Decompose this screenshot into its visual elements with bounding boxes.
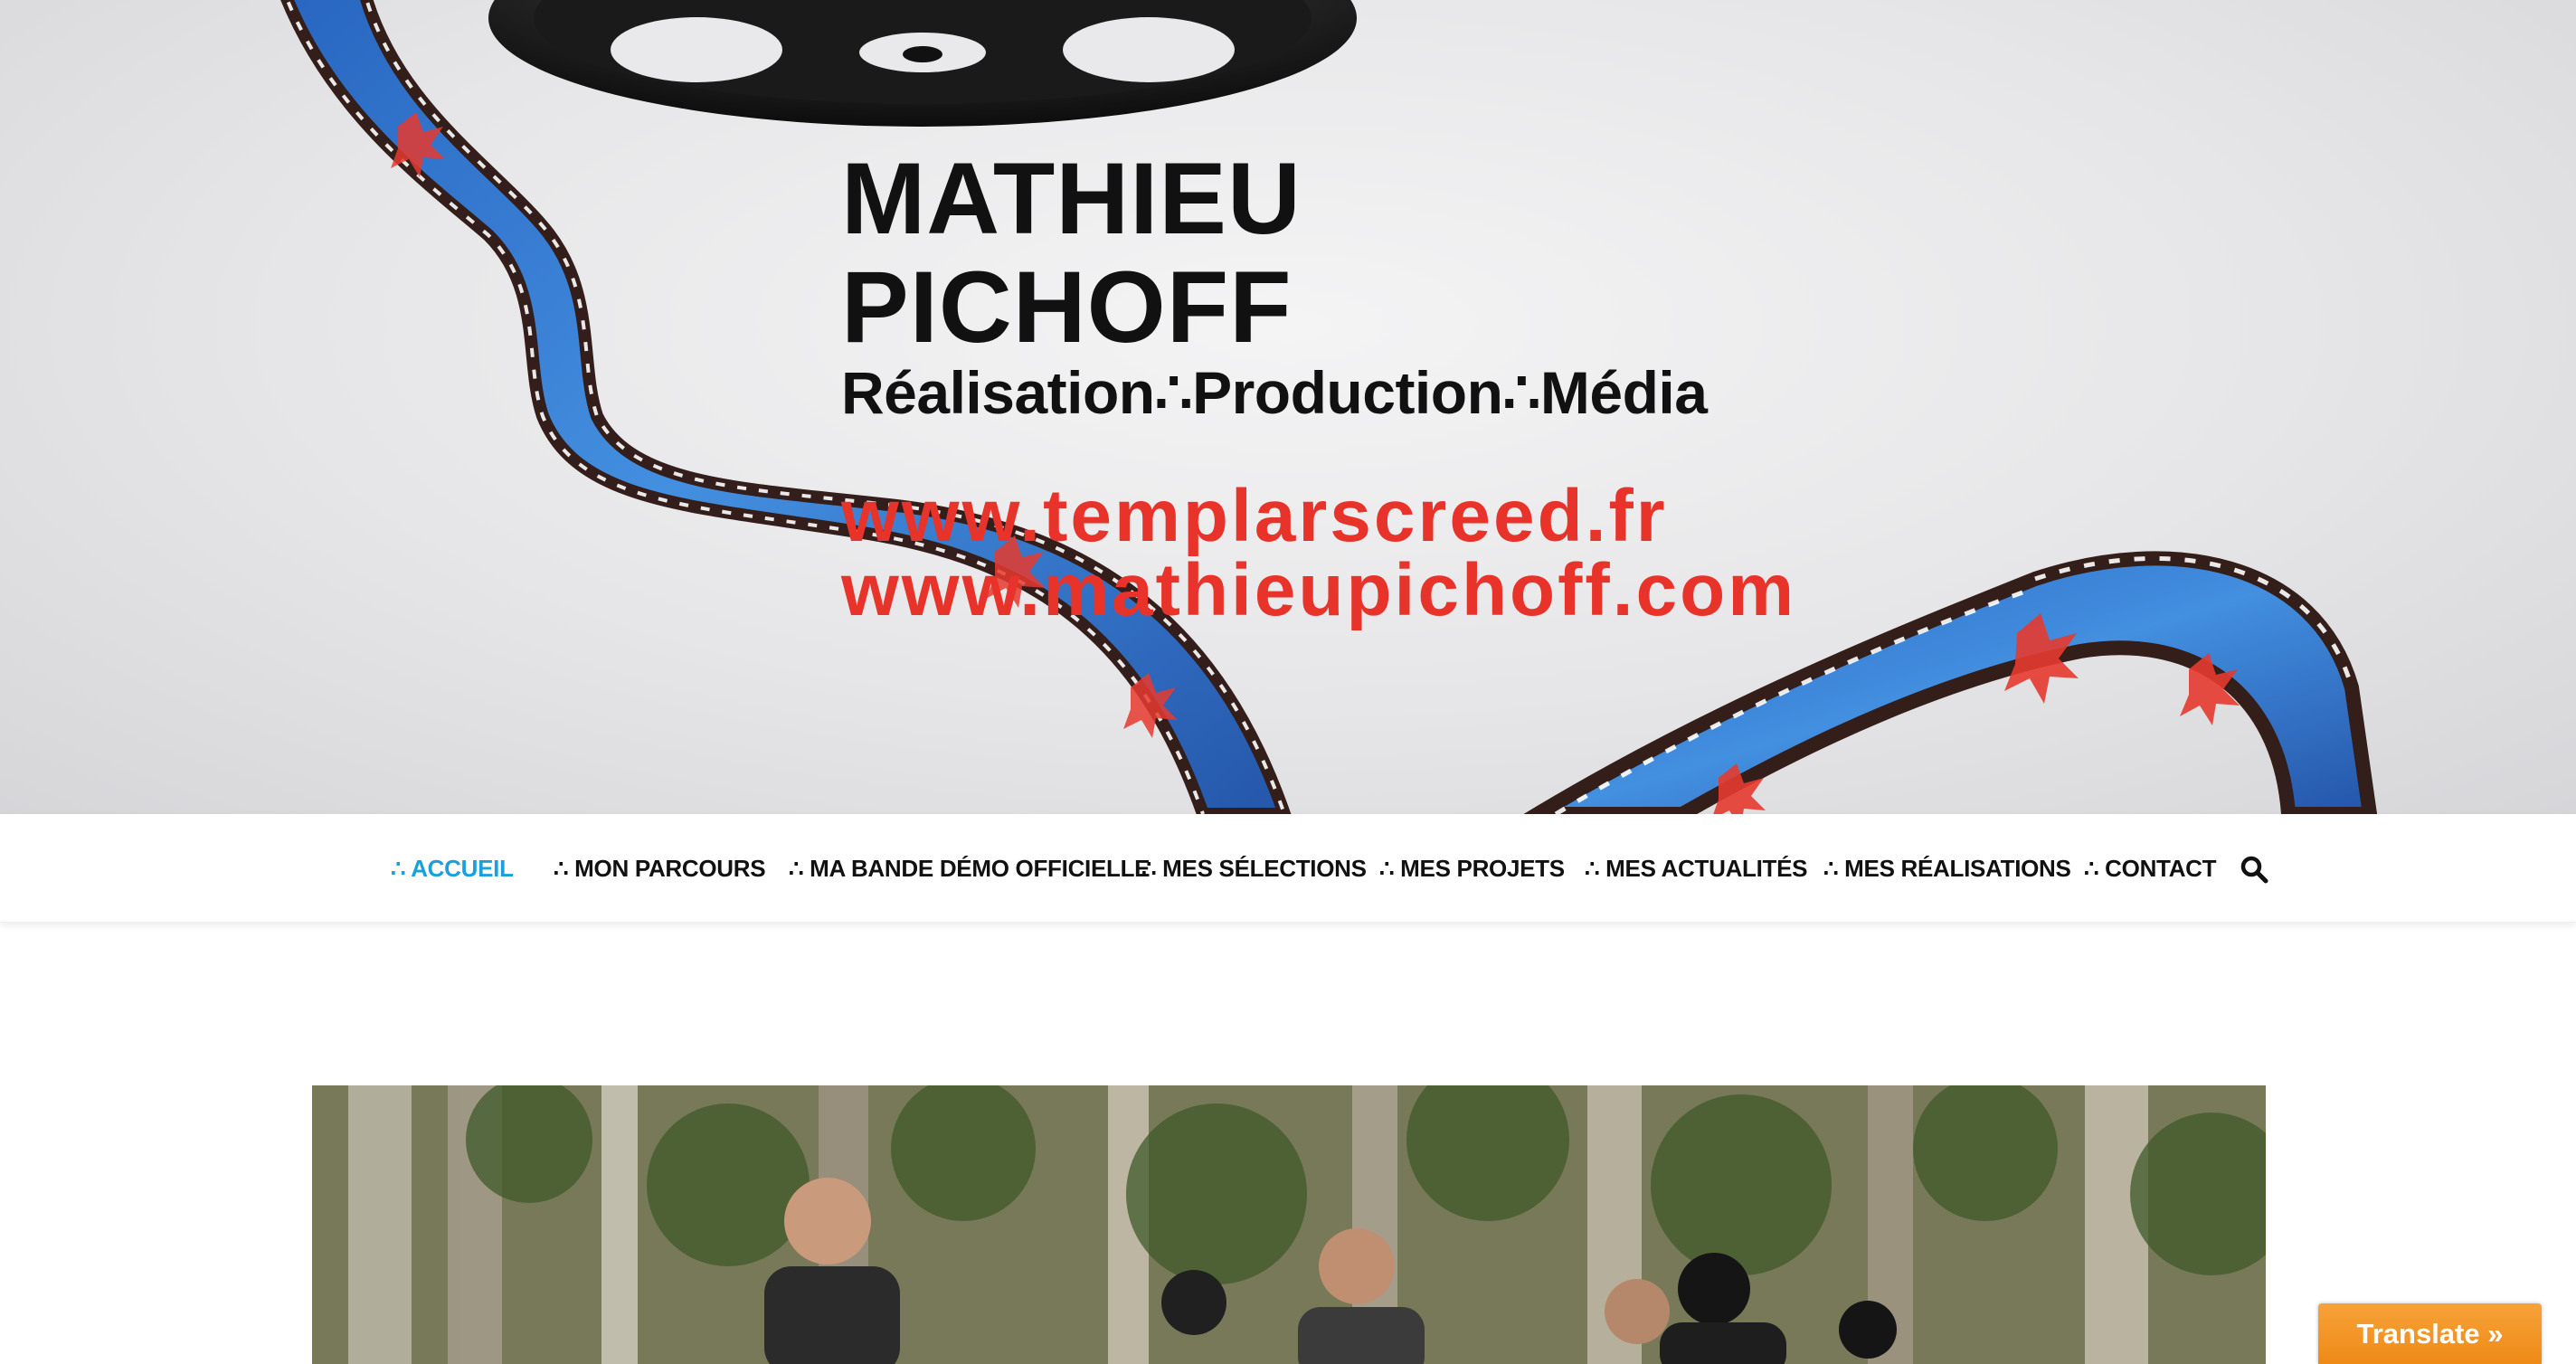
- search-icon[interactable]: [2240, 855, 2268, 884]
- brand-block: MATHIEU PICHOFF Réalisation∴Production∴M…: [841, 142, 1797, 631]
- main-navigation: ∴ ACCUEIL ∴ MON PARCOURS ∴ MA BANDE DÉMO…: [0, 814, 2576, 923]
- brand-url-primary: www.templarscreed.fr: [841, 475, 1668, 557]
- translate-button[interactable]: Translate »: [2318, 1303, 2542, 1364]
- nav-item-mes-actualites[interactable]: ∴ MES ACTUALITÉS: [1585, 814, 1808, 923]
- featured-photo: [312, 1085, 2266, 1364]
- nav-item-mes-realisations[interactable]: ∴ MES RÉALISATIONS: [1823, 814, 2071, 923]
- brand-url-secondary: www.mathieupichoff.com: [841, 549, 1797, 631]
- forest-crew-photo: [312, 1085, 2266, 1364]
- nav-item-contact[interactable]: ∴ CONTACT: [2084, 814, 2217, 923]
- nav-item-mes-projets[interactable]: ∴ MES PROJETS: [1379, 814, 1565, 923]
- film-reel: [488, 0, 1357, 127]
- nav-item-mes-selections[interactable]: ∴ MES SÉLECTIONS: [1141, 814, 1367, 923]
- nav-item-mon-parcours[interactable]: ∴ MON PARCOURS: [554, 814, 766, 923]
- nav-item-accueil[interactable]: ∴ ACCUEIL: [391, 814, 514, 923]
- nav-item-bande-demo[interactable]: ∴ MA BANDE DÉMO OFFICIELLE: [789, 814, 1151, 923]
- header-banner: MATHIEU PICHOFF Réalisation∴Production∴M…: [0, 0, 2576, 814]
- brand-tagline: Réalisation∴Production∴Média: [841, 359, 1708, 426]
- brand-name: MATHIEU PICHOFF: [841, 142, 1302, 364]
